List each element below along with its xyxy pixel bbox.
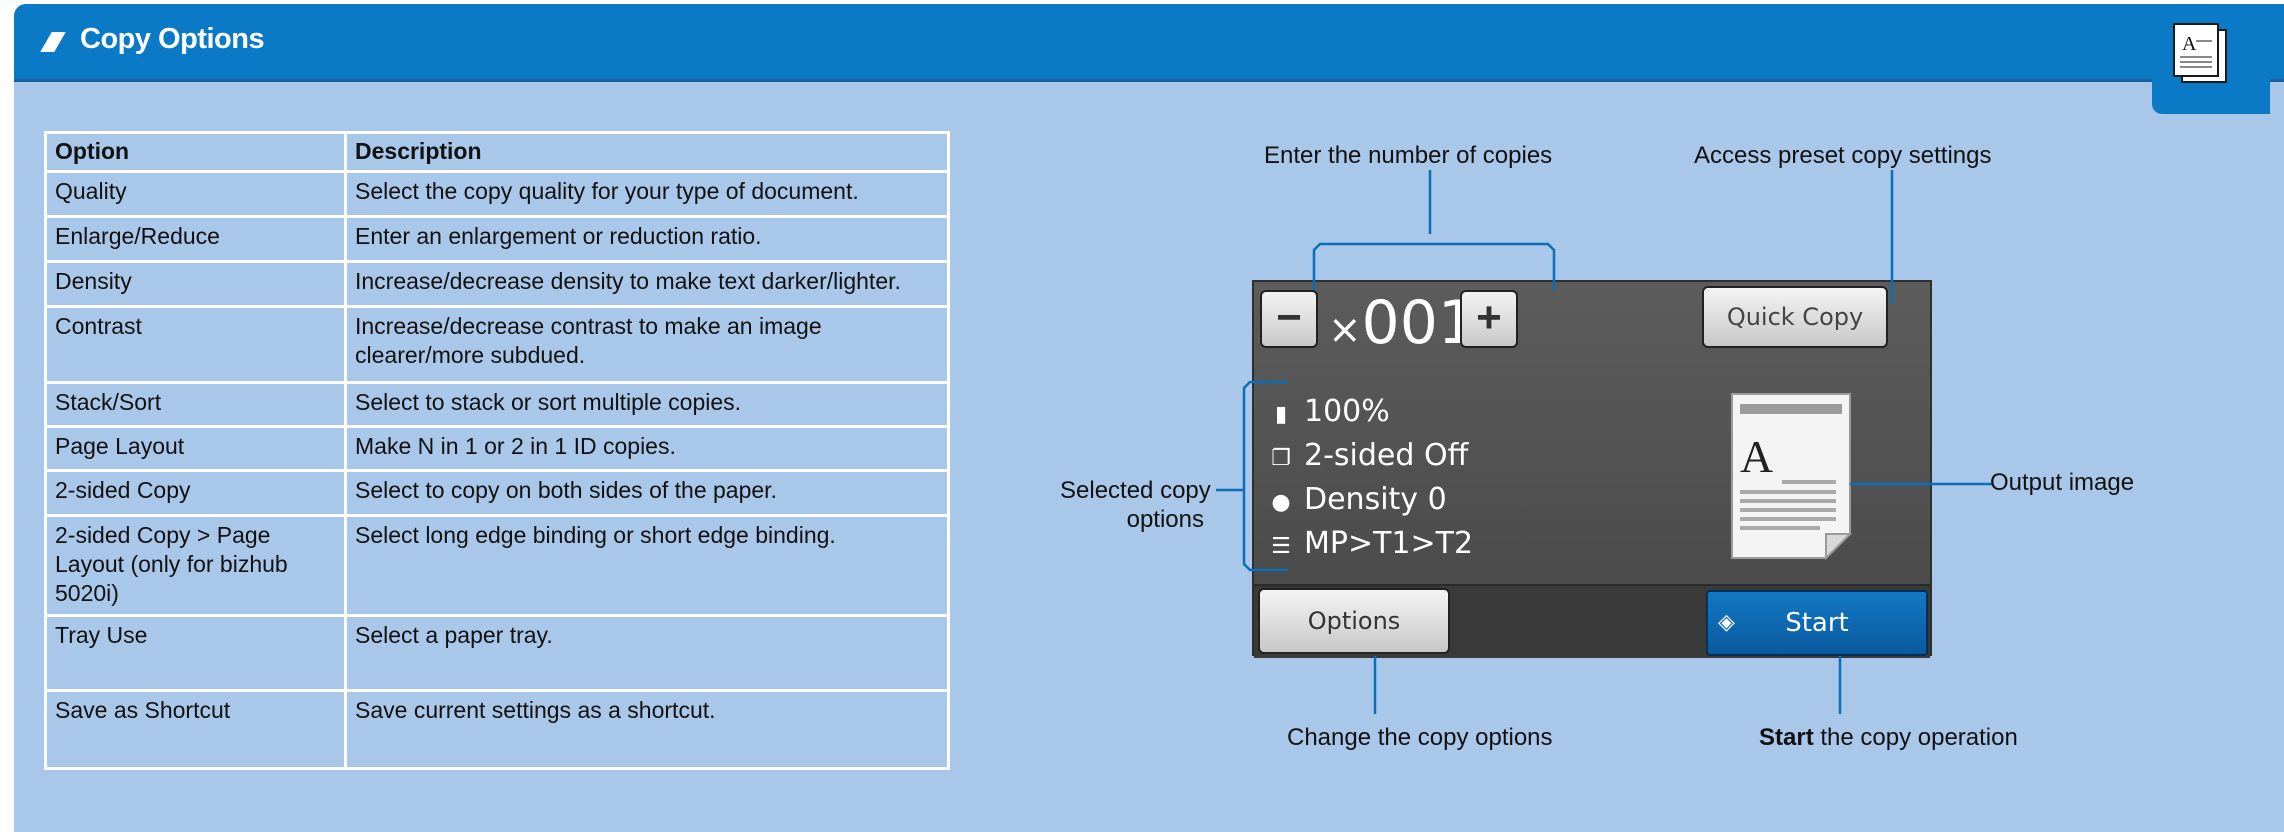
option-cell: Enlarge/Reduce bbox=[44, 215, 347, 263]
copy-options-table: Option Description Quality Select the co… bbox=[44, 131, 950, 770]
callout-start-bold: Start bbox=[1759, 724, 1814, 751]
callout-enter-copies: Enter the number of copies bbox=[1264, 142, 1553, 169]
option-cell: Save as Shortcut bbox=[44, 689, 347, 770]
start-button[interactable]: ◈ Start bbox=[1706, 590, 1928, 656]
option-value: 100% bbox=[1304, 394, 1390, 429]
table-row: Tray Use Select a paper tray. bbox=[44, 614, 950, 692]
section-title: Copy Options bbox=[80, 23, 265, 55]
callout-output-image: Output image bbox=[1990, 469, 2135, 496]
description-cell: Enter an enlargement or reduction ratio. bbox=[344, 215, 950, 263]
selected-option-row: ❐ 2-sided Off bbox=[1268, 438, 1468, 473]
description-cell: Select to stack or sort multiple copies. bbox=[344, 381, 950, 428]
option-value: 2-sided Off bbox=[1304, 438, 1469, 473]
description-cell: Increase/decrease contrast to make an im… bbox=[344, 305, 950, 384]
copy-touchscreen: − ×001 + Quick Copy ▮ 100% ❐ 2-sided Off ●… bbox=[1252, 280, 1932, 658]
section-header: Copy Options bbox=[14, 4, 2284, 82]
option-cell: 2-sided Copy > Page Layout (only for biz… bbox=[44, 514, 347, 617]
description-cell: Select the copy quality for your type of… bbox=[344, 170, 950, 218]
description-cell: Save current settings as a shortcut. bbox=[344, 689, 950, 770]
option-cell: Stack/Sort bbox=[44, 381, 347, 428]
table-row: Quality Select the copy quality for your… bbox=[44, 170, 950, 218]
option-cell: Contrast bbox=[44, 305, 347, 384]
copies-value: 001 bbox=[1361, 288, 1477, 358]
start-label: Start bbox=[1785, 608, 1849, 638]
quick-copy-button[interactable]: Quick Copy bbox=[1702, 286, 1888, 348]
description-cell: Increase/decrease density to make text d… bbox=[344, 260, 950, 308]
description-cell: Make N in 1 or 2 in 1 ID copies. bbox=[344, 425, 950, 472]
callout-access-preset: Access preset copy settings bbox=[1694, 142, 1992, 169]
decrease-copies-button[interactable]: − bbox=[1260, 290, 1318, 348]
option-cell: Density bbox=[44, 260, 347, 308]
copies-count-display: ×001 bbox=[1328, 288, 1476, 358]
table-row: Contrast Increase/decrease contrast to m… bbox=[44, 305, 950, 384]
drop-icon: ● bbox=[1271, 490, 1291, 515]
pencil-icon bbox=[40, 32, 66, 52]
table-row: Save as Shortcut Save current settings a… bbox=[44, 689, 950, 770]
output-image-letter: A bbox=[1740, 431, 1773, 482]
option-cell: 2-sided Copy bbox=[44, 469, 347, 517]
output-image-preview: A bbox=[1731, 393, 1852, 560]
table-row: Density Increase/decrease density to mak… bbox=[44, 260, 950, 308]
copy-document-icon: A bbox=[2173, 23, 2227, 83]
option-cell: Page Layout bbox=[44, 425, 347, 472]
column-header-description: Description bbox=[344, 131, 950, 173]
table-row: 2-sided Copy Select to copy on both side… bbox=[44, 469, 950, 517]
column-header-option: Option bbox=[44, 131, 347, 173]
description-cell: Select to copy on both sides of the pape… bbox=[344, 469, 950, 517]
callout-selected-options: Selected copy options bbox=[1060, 476, 1211, 534]
callout-selected-options-line2: options bbox=[1126, 506, 1204, 533]
table-row: Stack/Sort Select to stack or sort multi… bbox=[44, 381, 950, 428]
list-icon: ☰ bbox=[1271, 534, 1291, 559]
callout-start-operation: Start the copy operation bbox=[1759, 724, 2018, 752]
page-icon: ▮ bbox=[1274, 402, 1288, 427]
options-button[interactable]: Options bbox=[1258, 588, 1450, 654]
option-value: Density 0 bbox=[1304, 482, 1447, 517]
copies-multiplier: × bbox=[1328, 307, 1362, 353]
table-row: Enlarge/Reduce Enter an enlargement or r… bbox=[44, 215, 950, 263]
callout-selected-options-line1: Selected copy bbox=[1060, 477, 1211, 504]
table-header-row: Option Description bbox=[44, 131, 950, 173]
option-value: MP>T1>T2 bbox=[1304, 526, 1474, 561]
increase-copies-button[interactable]: + bbox=[1460, 290, 1518, 348]
description-cell: Select long edge binding or short edge b… bbox=[344, 514, 950, 617]
option-cell: Tray Use bbox=[44, 614, 347, 692]
callout-change-options: Change the copy options bbox=[1287, 724, 1553, 751]
section-icon-letter: A bbox=[2182, 33, 2197, 55]
selected-option-row: ● Density 0 bbox=[1268, 482, 1447, 517]
table-row: 2-sided Copy > Page Layout (only for biz… bbox=[44, 514, 950, 617]
description-cell: Select a paper tray. bbox=[344, 614, 950, 692]
selected-option-row: ☰ MP>T1>T2 bbox=[1268, 526, 1473, 561]
duplex-icon: ❐ bbox=[1271, 446, 1291, 471]
table-row: Page Layout Make N in 1 or 2 in 1 ID cop… bbox=[44, 425, 950, 472]
callout-start-rest: the copy operation bbox=[1813, 724, 2018, 751]
option-cell: Quality bbox=[44, 170, 347, 218]
selected-option-row: ▮ 100% bbox=[1268, 394, 1390, 429]
